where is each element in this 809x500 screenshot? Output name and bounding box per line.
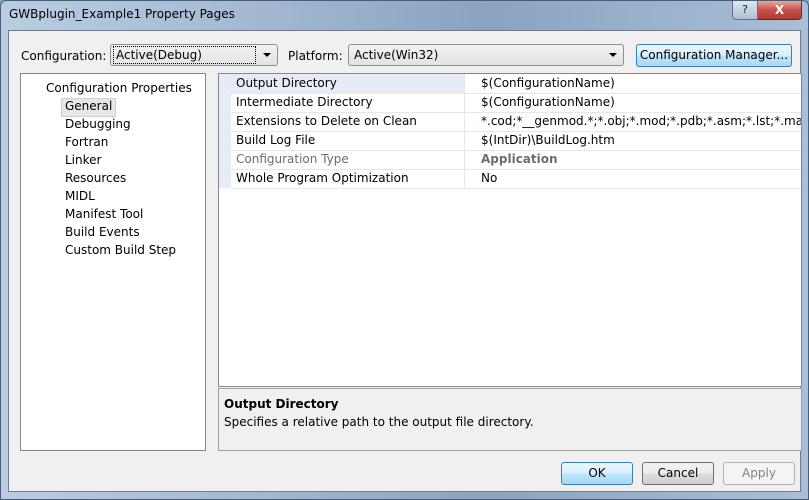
platform-value: Active(Win32): [354, 48, 439, 62]
property-name: Output Directory: [236, 76, 337, 90]
property-name: Configuration Type: [236, 152, 349, 166]
configuration-label: Configuration:: [21, 49, 107, 63]
tree-item-midl[interactable]: MIDL: [65, 188, 95, 205]
ok-button[interactable]: OK: [561, 462, 633, 485]
tree-item-debugging[interactable]: Debugging: [65, 116, 131, 133]
property-row-extensions-to-delete[interactable]: Extensions to Delete on Clean *.cod;*__g…: [231, 112, 801, 132]
property-tree[interactable]: Configuration Properties General Debuggi…: [20, 73, 206, 451]
description-title: Output Directory: [224, 397, 339, 411]
property-value[interactable]: $(ConfigurationName): [481, 76, 615, 90]
chevron-down-icon: [609, 53, 617, 57]
property-row-output-directory[interactable]: Output Directory $(ConfigurationName): [231, 74, 801, 94]
property-row-build-log-file[interactable]: Build Log File $(IntDir)\BuildLog.htm: [231, 131, 801, 151]
help-button[interactable]: ?: [732, 1, 758, 20]
property-value[interactable]: *.cod;*__genmod.*;*.obj;*.mod;*.pdb;*.as…: [481, 114, 801, 128]
property-value[interactable]: No: [481, 171, 497, 185]
close-button[interactable]: X: [758, 1, 802, 20]
property-name: Extensions to Delete on Clean: [236, 114, 417, 128]
tree-item-fortran[interactable]: Fortran: [65, 134, 108, 151]
property-pages-window: GWBplugin_Example1 Property Pages ? X Co…: [0, 0, 809, 500]
cancel-button[interactable]: Cancel: [642, 462, 714, 485]
help-icon: ?: [742, 3, 748, 16]
tree-item-general[interactable]: General: [61, 98, 117, 117]
property-row-intermediate-directory[interactable]: Intermediate Directory $(ConfigurationNa…: [231, 93, 801, 113]
tree-item-build-events[interactable]: Build Events: [65, 224, 140, 241]
description-panel: Output Directory Specifies a relative pa…: [218, 388, 802, 451]
property-grid: Output Directory $(ConfigurationName) In…: [218, 73, 802, 387]
title-bar[interactable]: GWBplugin_Example1 Property Pages ? X: [1, 1, 808, 29]
property-value[interactable]: $(IntDir)\BuildLog.htm: [481, 133, 615, 147]
apply-button[interactable]: Apply: [723, 462, 795, 485]
tree-root-configuration-properties[interactable]: Configuration Properties: [46, 80, 192, 97]
chevron-down-icon: [263, 53, 271, 57]
description-text: Specifies a relative path to the output …: [224, 415, 534, 429]
property-row-whole-program-optimization[interactable]: Whole Program Optimization No: [231, 169, 801, 189]
property-row-configuration-type: Configuration Type Application: [231, 150, 801, 170]
window-title: GWBplugin_Example1 Property Pages: [9, 7, 235, 21]
platform-select[interactable]: Active(Win32): [348, 44, 624, 66]
property-name: Intermediate Directory: [236, 95, 373, 109]
tree-item-linker[interactable]: Linker: [65, 152, 101, 169]
tree-item-manifest-tool[interactable]: Manifest Tool: [65, 206, 143, 223]
tree-item-resources[interactable]: Resources: [65, 170, 126, 187]
platform-label: Platform:: [288, 49, 343, 63]
property-value: Application: [481, 152, 558, 166]
configuration-manager-button[interactable]: Configuration Manager...: [636, 44, 792, 67]
configuration-select[interactable]: Active(Debug): [110, 44, 278, 66]
tree-item-custom-build-step[interactable]: Custom Build Step: [65, 242, 176, 259]
property-value[interactable]: $(ConfigurationName): [481, 95, 615, 109]
dialog-client: Configuration: Active(Debug) Platform: A…: [8, 30, 802, 492]
close-icon: X: [774, 3, 785, 17]
configuration-value: Active(Debug): [113, 46, 256, 64]
property-name: Build Log File: [236, 133, 316, 147]
grid-gutter: [219, 74, 231, 188]
property-name: Whole Program Optimization: [236, 171, 409, 185]
